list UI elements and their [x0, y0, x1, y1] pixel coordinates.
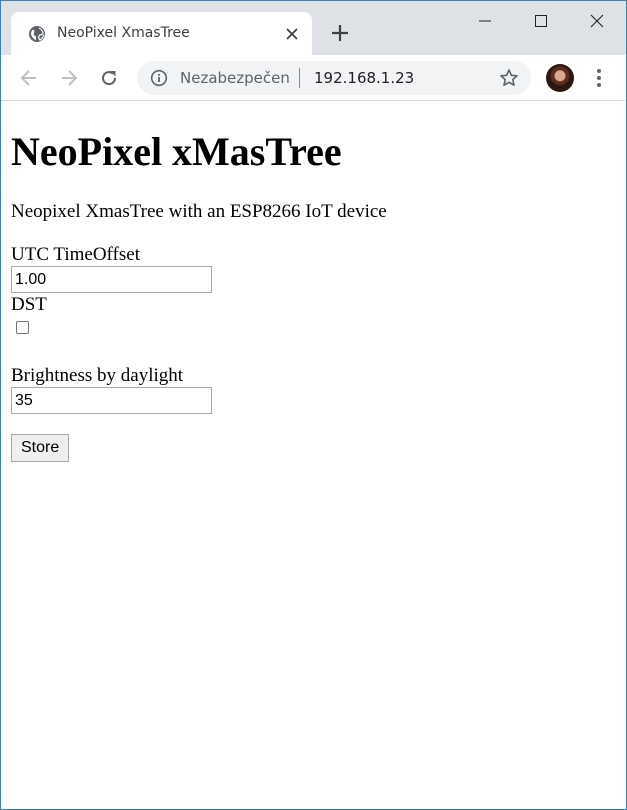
- tab-neopixel[interactable]: NeoPixel XmasTree: [11, 12, 312, 55]
- tab-strip: NeoPixel XmasTree: [1, 1, 626, 55]
- dst-checkbox[interactable]: [16, 321, 29, 334]
- url-text[interactable]: 192.168.1.23: [314, 69, 414, 87]
- page-title: NeoPixel xMasTree: [11, 129, 342, 174]
- security-label[interactable]: Nezabezpečen: [180, 69, 290, 87]
- new-tab-icon[interactable]: [328, 21, 352, 45]
- brightness-label: Brightness by daylight: [11, 365, 184, 386]
- utc-offset-label: UTC TimeOffset: [11, 244, 140, 265]
- minimize-button[interactable]: [456, 1, 514, 41]
- close-tab-icon[interactable]: [284, 26, 300, 42]
- browser-window: NeoPixel XmasTree Nezabezpečen 192.168.1…: [0, 0, 627, 810]
- avatar[interactable]: [546, 64, 574, 92]
- star-icon[interactable]: [499, 68, 519, 88]
- address-bar[interactable]: Nezabezpečen 192.168.1.23: [137, 61, 531, 95]
- back-arrow-icon[interactable]: [15, 64, 43, 92]
- browser-toolbar: Nezabezpečen 192.168.1.23: [1, 55, 626, 101]
- globe-icon: [28, 25, 46, 43]
- reload-icon[interactable]: [95, 64, 123, 92]
- tab-title: NeoPixel XmasTree: [57, 25, 190, 41]
- forward-arrow-icon[interactable]: [55, 64, 83, 92]
- divider: [299, 68, 300, 88]
- page-description: Neopixel XmasTree with an ESP8266 IoT de…: [11, 201, 387, 222]
- brightness-input[interactable]: [11, 387, 212, 414]
- page-content: NeoPixel xMasTree Neopixel XmasTree with…: [1, 102, 626, 809]
- utc-offset-input[interactable]: [11, 266, 212, 293]
- close-window-button[interactable]: [568, 1, 626, 41]
- store-button[interactable]: Store: [11, 434, 70, 462]
- menu-dots-icon[interactable]: [589, 66, 609, 90]
- info-icon[interactable]: [150, 69, 168, 87]
- dst-label: DST: [11, 294, 47, 315]
- maximize-button[interactable]: [512, 1, 570, 41]
